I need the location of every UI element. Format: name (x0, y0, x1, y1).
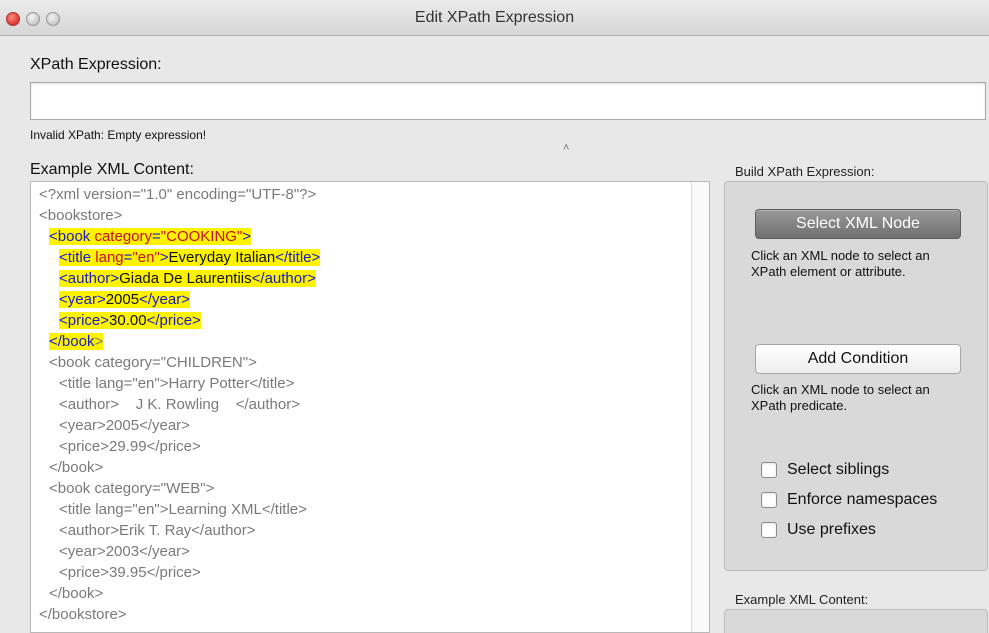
xml-line[interactable]: <book category="WEB"> (49, 478, 214, 499)
xml-node-highlight: <author>Giada De Laurentiis</author> (59, 270, 316, 287)
build-xpath-label: Build XPath Expression: (735, 164, 875, 179)
xml-line-highlighted[interactable]: </book> (49, 331, 104, 352)
add-condition-button[interactable]: Add Condition (755, 344, 961, 374)
xml-line[interactable]: <book category="CHILDREN"> (49, 352, 257, 373)
xml-line[interactable]: <author> J K. Rowling </author> (59, 394, 300, 415)
xml-line[interactable]: <year>2003</year> (59, 541, 190, 562)
xml-line[interactable]: </book> (49, 457, 103, 478)
xml-line[interactable]: <price>39.95</price> (59, 562, 201, 583)
example-xml-panel-label: Example XML Content: (735, 592, 869, 607)
example-xml-label: Example XML Content: (30, 161, 194, 178)
xpath-error-message: Invalid XPath: Empty expression! (30, 128, 207, 142)
window-title: Edit XPath Expression (414, 9, 575, 26)
select-node-help-text: Click an XML node to select an XPath ele… (751, 248, 930, 279)
xml-node-highlight: <year>2005</year> (59, 291, 190, 308)
xml-line-highlighted[interactable]: <book category="COOKING"> (49, 226, 252, 247)
xml-line[interactable]: <title lang="en">Learning XML</title> (59, 499, 307, 520)
select-siblings-option[interactable]: Select siblings (761, 459, 889, 481)
xml-line[interactable]: </bookstore> (39, 604, 127, 625)
xml-viewer-scrollbar[interactable] (691, 182, 709, 632)
add-condition-help-text: Click an XML node to select an XPath pre… (751, 382, 930, 413)
build-xpath-panel: Select XML Node Click an XML node to sel… (724, 181, 988, 571)
xml-line[interactable]: <title lang="en">Harry Potter</title> (59, 373, 294, 394)
xml-line[interactable]: <bookstore> (39, 205, 122, 226)
xml-node-highlight: <book category="COOKING"> (49, 228, 252, 245)
select-siblings-checkbox[interactable] (761, 462, 777, 478)
xml-node-highlight: <price>30.00</price> (59, 312, 201, 329)
xml-node-highlight: <title lang="en">Everyday Italian</title… (59, 249, 321, 266)
use-prefixes-option[interactable]: Use prefixes (761, 519, 876, 541)
window-titlebar: Edit XPath Expression (0, 0, 989, 36)
xml-line-highlighted[interactable]: <year>2005</year> (59, 289, 190, 310)
splitter-handle-icon[interactable]: ˄ (563, 142, 569, 154)
select-xml-node-button[interactable]: Select XML Node (755, 209, 961, 239)
example-xml-panel (724, 609, 988, 633)
use-prefixes-checkbox[interactable] (761, 522, 777, 538)
xml-line[interactable]: </book> (49, 583, 103, 604)
xml-line[interactable]: <year>2005</year> (59, 415, 190, 436)
xml-line-highlighted[interactable]: <title lang="en">Everyday Italian</title… (59, 247, 321, 268)
select-siblings-label: Select siblings (787, 461, 890, 478)
use-prefixes-label: Use prefixes (787, 521, 876, 538)
xml-node-highlight: </book> (49, 333, 104, 350)
enforce-namespaces-checkbox[interactable] (761, 492, 777, 508)
enforce-namespaces-option[interactable]: Enforce namespaces (761, 489, 937, 511)
xml-line-highlighted[interactable]: <price>30.00</price> (59, 310, 201, 331)
enforce-namespaces-label: Enforce namespaces (787, 491, 938, 508)
example-xml-viewer[interactable]: <?xml version="1.0" encoding="UTF-8"?> <b… (30, 181, 710, 633)
xml-line[interactable]: <price>29.99</price> (59, 436, 201, 457)
xml-line-highlighted[interactable]: <author>Giada De Laurentiis</author> (59, 268, 316, 289)
xml-line[interactable]: <author>Erik T. Ray</author> (59, 520, 256, 541)
xpath-expression-label: XPath Expression: (30, 56, 162, 73)
xpath-expression-input[interactable] (30, 82, 986, 120)
xml-line[interactable]: <?xml version="1.0" encoding="UTF-8"?> (39, 184, 316, 205)
